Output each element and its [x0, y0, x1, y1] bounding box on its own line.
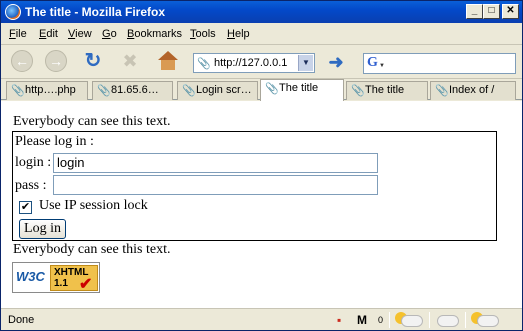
forward-button[interactable]: → — [45, 50, 69, 74]
tab-label: 81.65.6… — [111, 84, 159, 96]
stop-button[interactable]: ✖ — [118, 50, 142, 74]
page-icon: 📎 — [97, 85, 111, 97]
xhtml-version: 1.1 — [54, 278, 68, 289]
login-label: login : — [15, 155, 52, 170]
tab-label: http….php — [25, 84, 76, 96]
window-title: The title - Mozilla Firefox — [25, 5, 166, 19]
go-button[interactable]: ➜ — [325, 53, 347, 73]
browser-window: The title - Mozilla Firefox _ □ ✕ File E… — [0, 0, 523, 331]
tab-label: Login scr… — [196, 84, 252, 96]
menu-bookmarks[interactable]: Bookmarks — [127, 28, 182, 40]
menu-edit[interactable]: Edit — [39, 28, 58, 40]
tab-bar: 📎 http….php 📎 81.65.6… 📎 Login scr… 📎 Th… — [1, 79, 522, 101]
tab-6[interactable]: 📎 Index of / — [430, 81, 516, 100]
gmail-icon[interactable]: M — [357, 313, 367, 327]
menu-bar: File Edit View Go Bookmarks Tools Help — [1, 23, 522, 45]
page-icon: 📎 — [265, 83, 279, 95]
url-text[interactable]: http://127.0.0.1 — [214, 57, 287, 69]
status-text: Done — [8, 314, 35, 326]
tab-label: The title — [365, 84, 405, 96]
status-divider — [429, 312, 430, 328]
page-icon: 📎 — [11, 85, 25, 97]
url-dropdown-button[interactable]: ▼ — [298, 55, 313, 71]
menu-tools[interactable]: Tools — [190, 28, 216, 40]
maximize-button[interactable]: □ — [483, 4, 500, 19]
menu-view[interactable]: View — [68, 28, 92, 40]
title-bar[interactable]: The title - Mozilla Firefox _ □ ✕ — [1, 1, 522, 23]
tab-5[interactable]: 📎 The title — [346, 81, 428, 100]
tab-1[interactable]: 📎 http….php — [6, 81, 88, 100]
w3c-xhtml-badge[interactable]: W3C XHTML 1.1 ✔ — [12, 262, 100, 293]
login-button[interactable]: Log in — [19, 219, 66, 239]
weather-cloud-icon[interactable] — [401, 315, 423, 327]
forward-arrow-icon: → — [45, 50, 67, 72]
login-form: Please log in : login : login pass : ✔ U… — [12, 131, 497, 241]
weather-cloud-icon[interactable] — [477, 315, 499, 327]
intro-text: Everybody can see this text. — [13, 114, 171, 129]
search-engine-dropdown-icon[interactable]: ▼ — [379, 63, 385, 69]
ip-lock-checkbox[interactable]: ✔ — [19, 201, 32, 214]
navigation-toolbar: ← → ↻ ✖ 📎 http://127.0.0.1 ▼ ➜ G ▼ — [1, 45, 522, 79]
stop-icon: ✖ — [122, 51, 138, 71]
tab-3[interactable]: 📎 Login scr… — [177, 81, 258, 100]
firefox-logo-icon — [5, 4, 21, 20]
page-icon: 📎 — [351, 85, 365, 97]
minimize-button[interactable]: _ — [466, 4, 483, 19]
reload-icon: ↻ — [84, 50, 102, 72]
back-button[interactable]: ← — [11, 50, 35, 74]
close-button[interactable]: ✕ — [502, 4, 519, 19]
status-bar: Done ▪ M 0 — [1, 308, 522, 330]
home-button[interactable] — [157, 50, 181, 74]
menu-help[interactable]: Help — [227, 28, 250, 40]
w3c-logo: W3C — [16, 269, 45, 284]
password-input[interactable] — [53, 175, 378, 195]
gmail-count: 0 — [378, 315, 384, 325]
xhtml-box: XHTML 1.1 ✔ — [50, 265, 98, 293]
login-input[interactable]: login — [53, 153, 378, 173]
page-icon: 📎 — [182, 85, 196, 97]
status-divider — [389, 312, 390, 328]
pass-label: pass : — [15, 178, 47, 193]
home-icon — [157, 50, 179, 70]
outro-text: Everybody can see this text. — [13, 242, 171, 257]
menu-file[interactable]: File — [9, 28, 27, 40]
search-input[interactable]: G ▼ — [363, 53, 516, 74]
page-icon: 📎 — [197, 58, 211, 70]
tab-2[interactable]: 📎 81.65.6… — [92, 81, 173, 100]
go-icon: ➜ — [328, 52, 344, 72]
status-divider — [465, 312, 466, 328]
page-icon: 📎 — [435, 85, 449, 97]
tab-label: The title — [279, 82, 319, 94]
login-prompt: Please log in : — [15, 134, 94, 149]
checkmark-icon: ✔ — [79, 276, 93, 293]
url-bar[interactable]: 📎 http://127.0.0.1 ▼ — [193, 53, 315, 73]
google-icon[interactable]: G — [367, 55, 378, 71]
reload-button[interactable]: ↻ — [81, 50, 105, 74]
back-arrow-icon: ← — [11, 50, 33, 72]
tab-label: Index of / — [449, 84, 495, 96]
ip-lock-label[interactable]: Use IP session lock — [39, 198, 148, 214]
menu-go[interactable]: Go — [102, 28, 117, 40]
tab-4-active[interactable]: 📎 The title — [260, 79, 344, 101]
block-icon[interactable]: ▪ — [337, 313, 341, 327]
weather-cloud-icon[interactable] — [437, 315, 459, 327]
page-content: Everybody can see this text. Please log … — [1, 101, 522, 308]
